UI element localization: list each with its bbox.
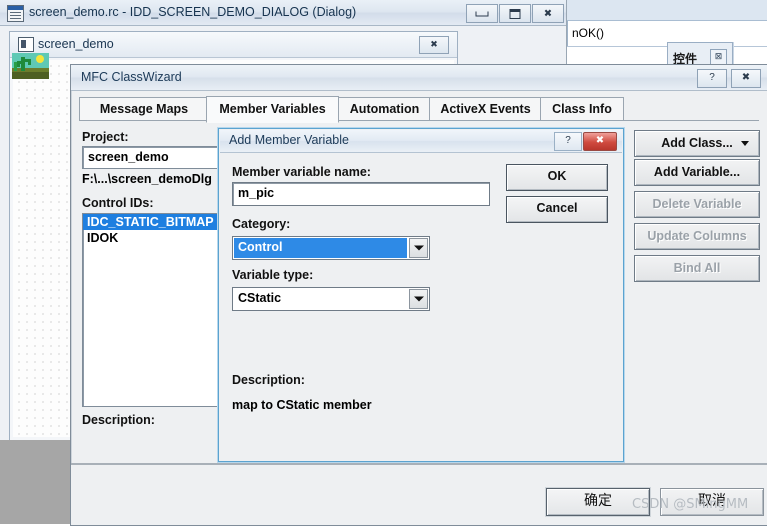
tab-message-maps[interactable]: Message Maps (79, 97, 209, 122)
variable-type-combo[interactable]: CStatic (232, 287, 430, 311)
list-item[interactable]: IDC_STATIC_BITMAP (83, 214, 235, 230)
dialog-editor-close-icon[interactable]: ✖ (419, 36, 449, 54)
update-columns-button: Update Columns (634, 223, 760, 250)
tab-activex-events[interactable]: ActiveX Events (429, 97, 542, 122)
close-button[interactable]: ✖ (532, 4, 564, 23)
close-icon[interactable]: ✖ (583, 132, 617, 151)
classwizard-description-label: Description: (82, 413, 155, 427)
variable-type-label: Variable type: (232, 268, 314, 282)
rc-title-bar: screen_demo.rc - IDD_SCREEN_DEMO_DIALOG … (0, 0, 566, 26)
desert-cactus-bitmap[interactable] (12, 53, 49, 79)
help-icon[interactable]: ? (697, 69, 727, 88)
member-variable-name-label: Member variable name: (232, 165, 371, 179)
bitmap-ground-shadow (12, 72, 49, 79)
amv-title-text: Add Member Variable (229, 133, 349, 147)
resource-script-icon (7, 5, 24, 22)
ide-toolbar-strip (566, 0, 767, 21)
dialog-icon (18, 37, 34, 52)
category-combo[interactable]: Control (232, 236, 430, 260)
sun-icon (36, 55, 44, 63)
chevron-down-icon[interactable] (409, 289, 428, 309)
classwizard-title-bar: MFC ClassWizard ? ✖ (71, 65, 767, 91)
delete-variable-button: Delete Variable (634, 191, 760, 218)
amv-description-label: Description: (232, 373, 305, 387)
classwizard-title: MFC ClassWizard (81, 70, 182, 84)
ok-button[interactable]: OK (506, 164, 608, 191)
project-combo[interactable]: screen_demo (82, 146, 232, 169)
cancel-button[interactable]: Cancel (506, 196, 608, 223)
control-ids-label: Control IDs: (82, 196, 154, 210)
category-value: Control (234, 238, 407, 258)
project-path: F:\...\screen_demoDlg (82, 172, 212, 186)
tab-automation[interactable]: Automation (338, 97, 431, 122)
bind-all-button: Bind All (634, 255, 760, 282)
member-variable-name-value: m_pic (238, 186, 275, 200)
member-variable-name-input[interactable]: m_pic (232, 182, 490, 206)
chevron-down-icon[interactable] (409, 238, 428, 258)
watermark: CSDN @SMingMM (632, 497, 749, 512)
classwizard-close-icon[interactable]: ✖ (731, 69, 761, 88)
variable-type-value: CStatic (235, 290, 407, 308)
classwizard-tabs: Message Maps Member Variables Automation… (79, 96, 759, 123)
cactus-arm-left-up (17, 61, 20, 67)
amv-title-bar: Add Member Variable ? ✖ (220, 130, 622, 153)
tab-class-info[interactable]: Class Info (540, 97, 624, 122)
tab-member-variables[interactable]: Member Variables (206, 96, 339, 123)
add-class-button[interactable]: Add Class... (634, 130, 760, 157)
rc-window-title: screen_demo.rc - IDD_SCREEN_DEMO_DIALOG … (29, 5, 357, 19)
dialog-editor-title-bar: screen_demo ✖ (10, 32, 457, 58)
cactus-arm-right-up (28, 59, 31, 65)
add-variable-button[interactable]: Add Variable... (634, 159, 760, 186)
control-ids-list[interactable]: IDC_STATIC_BITMAP IDOK (82, 213, 236, 407)
minimize-button[interactable] (466, 4, 498, 23)
close-icon: ✖ (543, 8, 553, 19)
add-class-label: Add Class... (661, 136, 733, 150)
list-item[interactable]: IDOK (83, 230, 235, 246)
project-label: Project: (82, 130, 129, 144)
amv-description-text: map to CStatic member (232, 398, 372, 412)
category-label: Category: (232, 217, 291, 231)
chevron-down-icon (741, 141, 749, 146)
dialog-editor-title: screen_demo (38, 37, 114, 51)
ide-code-text: nOK() (572, 26, 605, 40)
controls-palette-close-icon[interactable]: ⊠ (710, 49, 727, 65)
help-icon[interactable]: ? (554, 132, 582, 151)
project-combo-value: screen_demo (88, 150, 169, 164)
maximize-button[interactable] (499, 4, 531, 23)
